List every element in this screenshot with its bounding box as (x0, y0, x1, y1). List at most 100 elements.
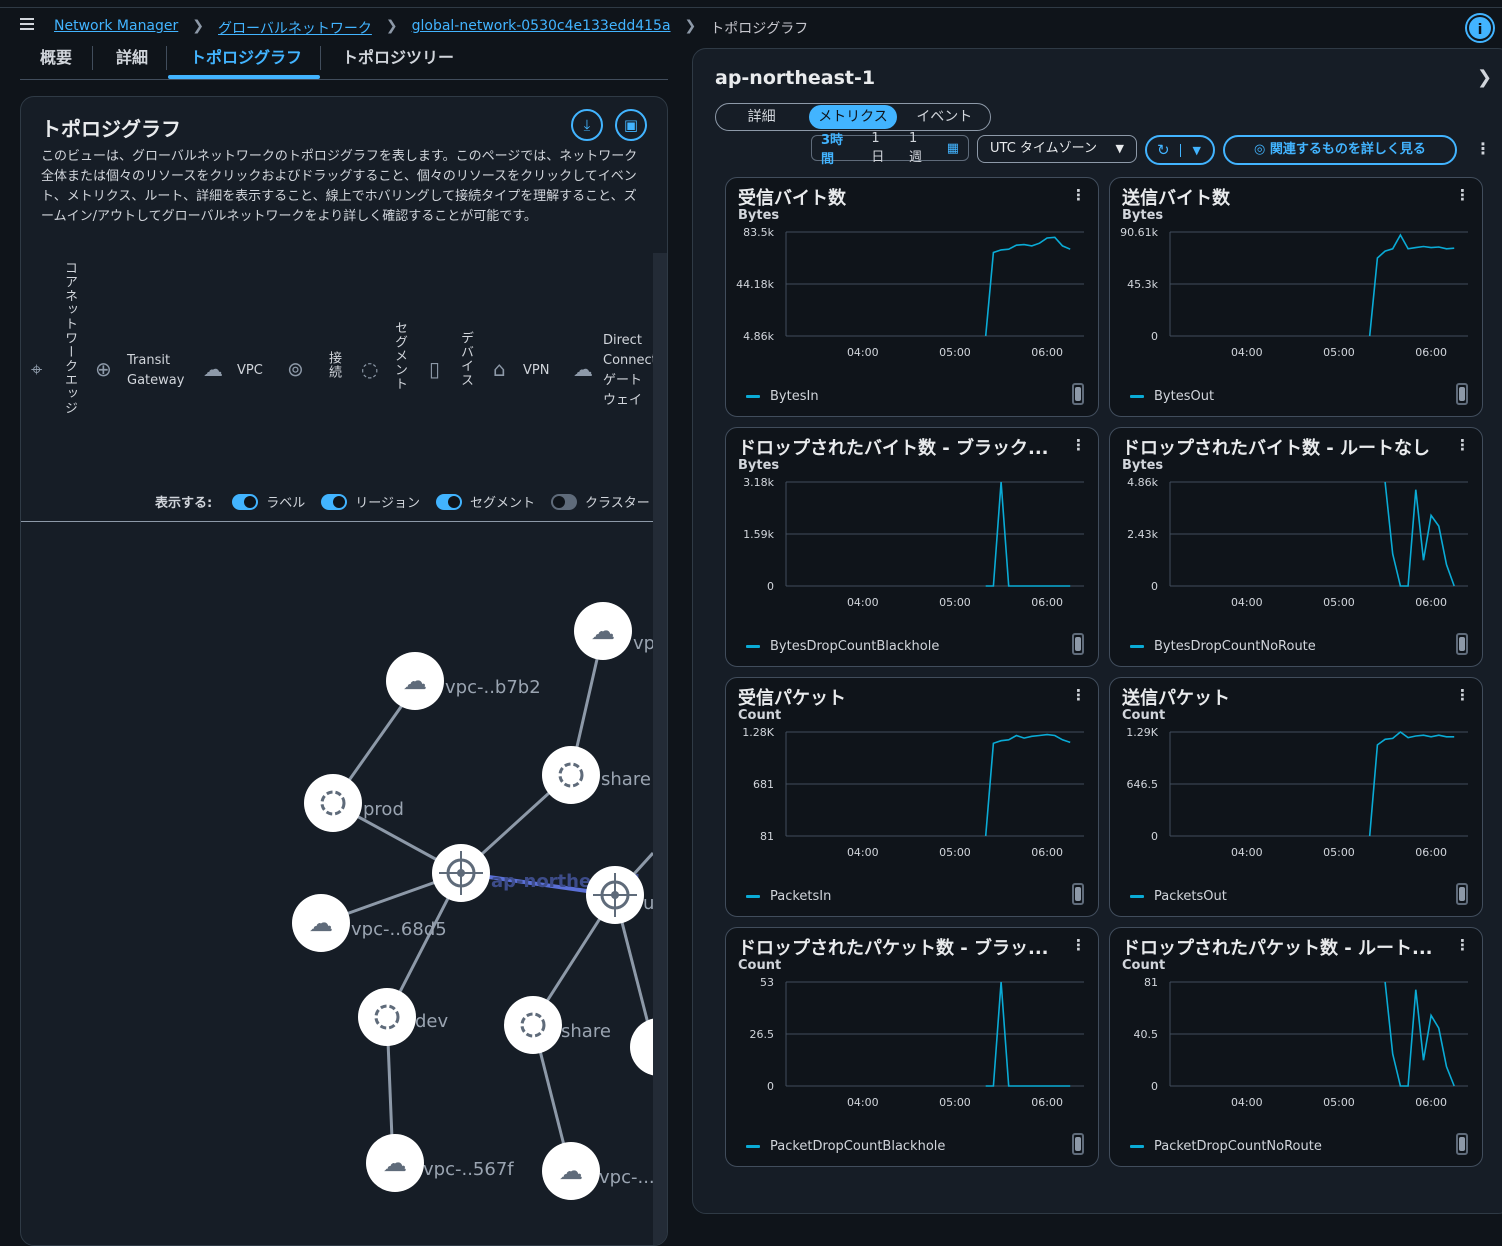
metric-title: 受信パケット (738, 688, 846, 709)
metric-legend: PacketsOut (1130, 889, 1227, 904)
caret-down-icon[interactable]: ▼ (1179, 143, 1214, 157)
more-options-icon[interactable]: ⋮ (1475, 139, 1491, 158)
timezone-select[interactable]: UTC タイムゾーン ▼ (977, 135, 1137, 163)
hide-series-toggle[interactable] (1456, 1133, 1468, 1155)
segment-node-dev[interactable] (358, 988, 416, 1046)
core-edge-node-main[interactable] (432, 844, 490, 902)
chevron-right-icon: ❯ (192, 18, 205, 34)
chevron-right-icon[interactable]: ❯ (1477, 67, 1492, 88)
download-icon[interactable]: ⤓ (571, 109, 603, 141)
topology-graph-canvas[interactable]: vpc-..b7b2 vp share prod vpc-..68d5 dev … (21, 523, 653, 1243)
hide-series-toggle[interactable] (1072, 1133, 1084, 1155)
tab-topology-graph[interactable]: トポロジグラフ (190, 44, 302, 68)
hide-series-toggle[interactable] (1072, 633, 1084, 655)
segment-node-share-bottom[interactable] (504, 996, 562, 1054)
segment-node-share-top[interactable] (542, 746, 600, 804)
series-name: BytesOut (1154, 389, 1215, 404)
breadcrumb-network-manager[interactable]: Network Manager (54, 18, 178, 38)
legend-transit-gateway-line2: Gateway (127, 373, 185, 388)
toggle-labels[interactable] (232, 493, 259, 510)
metric-chart: 81 40.5 0 04:00 05:00 06:00 (1134, 976, 1468, 1109)
vpc-node-b7b2[interactable]: ☁ (386, 652, 444, 710)
series-line-BytesOut[interactable] (1368, 233, 1455, 337)
x-tick-label: 05:00 (1323, 346, 1355, 359)
series-swatch (746, 895, 760, 898)
fullscreen-icon[interactable]: ▣ (615, 109, 647, 141)
more-options-icon[interactable]: ⋮ (1455, 686, 1470, 704)
more-options-icon[interactable]: ⋮ (1071, 936, 1086, 954)
info-icon[interactable]: i (1467, 15, 1493, 41)
chevron-right-icon: ❯ (684, 18, 697, 34)
tab-divider (92, 46, 93, 70)
metric-chart: 90.61k 45.3k 0 04:00 05:00 06:00 (1120, 226, 1468, 359)
tab-overview[interactable]: 概要 (40, 44, 72, 68)
calendar-icon[interactable]: ▦ (938, 141, 968, 156)
segment-node-prod[interactable] (304, 774, 362, 832)
breadcrumb-current: トポロジグラフ (710, 21, 809, 37)
legend-dx-line4: ウェイ (603, 393, 643, 408)
node-label-share-bottom: share (561, 1021, 611, 1042)
y-tick-label: 0 (767, 1080, 774, 1093)
toggle-regions[interactable] (321, 493, 348, 510)
legend-segment: セグメント (392, 321, 407, 391)
chevron-right-icon: ❯ (385, 18, 398, 34)
breadcrumb-global-networks[interactable]: グローバルネットワーク (218, 18, 372, 38)
node-label-prod: prod (363, 799, 404, 820)
segment-node-partial[interactable] (630, 1018, 653, 1076)
hide-series-toggle[interactable] (1072, 383, 1084, 405)
x-tick-label: 04:00 (1231, 346, 1263, 359)
metric-unit: Bytes (738, 458, 780, 473)
more-options-icon[interactable]: ⋮ (1071, 436, 1086, 454)
metric-title: 送信バイト数 (1122, 188, 1230, 209)
time-range-3h[interactable]: 3時間 (812, 129, 862, 167)
metric-title: ドロップされたバイト数 - ブラック... (738, 438, 1049, 459)
refresh-button-group: ↻ ▼ (1145, 135, 1215, 165)
more-options-icon[interactable]: ⋮ (1455, 436, 1470, 454)
core-edge-node-ap-northeast-1[interactable] (586, 866, 644, 924)
series-swatch (1130, 1145, 1144, 1148)
series-name: BytesDropCountBlackhole (770, 639, 940, 654)
hide-series-toggle[interactable] (1456, 383, 1468, 405)
metric-title: 送信パケット (1122, 688, 1230, 709)
segment-metrics[interactable]: メトリクス (809, 105, 897, 129)
tab-topology-tree[interactable]: トポロジツリー (342, 44, 454, 68)
segment-events[interactable]: イベント (901, 105, 988, 129)
hide-series-toggle[interactable] (1456, 633, 1468, 655)
time-range-1w[interactable]: 1週 (900, 131, 938, 165)
more-options-icon[interactable]: ⋮ (1071, 186, 1086, 204)
metric-chart: 1.29K 646.5 0 04:00 05:00 06:00 (1126, 726, 1468, 859)
segment-details[interactable]: 詳細 (718, 105, 805, 129)
y-tick-label: 83.5k (743, 226, 774, 239)
y-tick-label: 40.5 (1134, 1028, 1159, 1041)
toggle-labels-label: ラベル (266, 496, 306, 511)
refresh-icon[interactable]: ↻ (1147, 141, 1180, 159)
toggle-clusters[interactable] (550, 493, 577, 510)
metric-chart: 83.5k 44.18k 4.86k 04:00 05:00 06:00 (736, 226, 1084, 359)
toggle-segments[interactable] (435, 493, 462, 510)
y-tick-label: 0 (1151, 580, 1158, 593)
scrollbar[interactable] (653, 253, 667, 1245)
vpc-node-567f[interactable]: ☁ (366, 1134, 424, 1192)
series-line-PacketsIn[interactable] (984, 733, 1071, 837)
vpc-node-top[interactable]: ☁ (574, 602, 632, 660)
breadcrumb-global-network-id[interactable]: global-network-0530c4e133edd415a (412, 18, 671, 38)
tab-details[interactable]: 詳細 (116, 44, 148, 68)
x-tick-label: 05:00 (939, 846, 971, 859)
hide-series-toggle[interactable] (1072, 883, 1084, 905)
menu-icon[interactable] (20, 18, 34, 30)
vpc-node-bottom[interactable]: ☁ (542, 1142, 600, 1200)
more-options-icon[interactable]: ⋮ (1455, 936, 1470, 954)
more-options-icon[interactable]: ⋮ (1071, 686, 1086, 704)
node-label-vpc-bottom: vpc-... (599, 1167, 653, 1188)
x-tick-label: 05:00 (939, 1096, 971, 1109)
vpc-node-68d5[interactable]: ☁ (292, 894, 350, 952)
series-line-BytesIn[interactable] (984, 236, 1071, 337)
y-tick-label: 681 (753, 778, 774, 791)
graph-divider (21, 521, 653, 522)
more-options-icon[interactable]: ⋮ (1455, 186, 1470, 204)
connect-icon: ⊚ (287, 357, 304, 381)
hide-series-toggle[interactable] (1456, 883, 1468, 905)
series-name: BytesDropCountNoRoute (1154, 639, 1316, 654)
time-range-1d[interactable]: 1日 (862, 131, 900, 165)
explore-related-button[interactable]: ◎ 関連するものを詳しく見る (1223, 135, 1457, 165)
